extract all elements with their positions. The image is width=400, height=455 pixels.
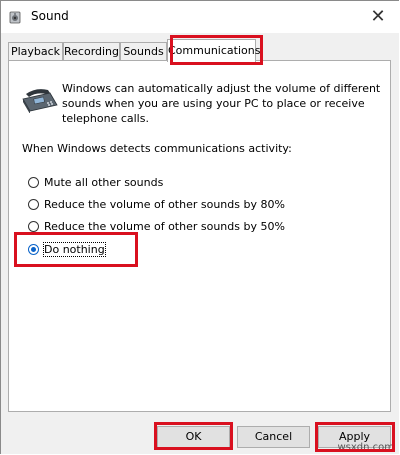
close-icon[interactable]: ✕ (365, 4, 391, 30)
option-mute-all[interactable]: Mute all other sounds (28, 174, 163, 190)
title-bar: Sound ✕ (1, 1, 400, 33)
telephone-icon (20, 85, 60, 114)
option-label: Do nothing (43, 241, 106, 257)
option-reduce-80[interactable]: Reduce the volume of other sounds by 80% (28, 196, 285, 212)
option-reduce-50[interactable]: Reduce the volume of other sounds by 50% (28, 218, 285, 234)
option-label: Mute all other sounds (44, 175, 164, 189)
radio-button[interactable] (28, 198, 39, 210)
tab-recording[interactable]: Recording (63, 42, 120, 61)
option-do-nothing[interactable]: Do nothing (28, 241, 106, 257)
ok-button[interactable]: OK (157, 426, 230, 448)
speaker-icon (8, 9, 24, 25)
option-label: Reduce the volume of other sounds by 80% (44, 197, 285, 211)
cancel-button[interactable]: Cancel (237, 426, 310, 448)
watermark: wsxdn.com (337, 442, 394, 453)
tab-playback[interactable]: Playback (8, 42, 63, 61)
tab-sounds[interactable]: Sounds (120, 42, 167, 61)
detect-label: When Windows detects communications acti… (22, 142, 292, 155)
option-label: Reduce the volume of other sounds by 50% (44, 219, 285, 233)
radio-button[interactable] (28, 220, 39, 232)
radio-button[interactable] (28, 176, 39, 188)
radio-button-selected[interactable] (28, 243, 39, 255)
window-title: Sound (31, 9, 69, 23)
communications-description: Windows can automatically adjust the vol… (62, 82, 381, 125)
tab-communications[interactable]: Communications (167, 39, 260, 62)
